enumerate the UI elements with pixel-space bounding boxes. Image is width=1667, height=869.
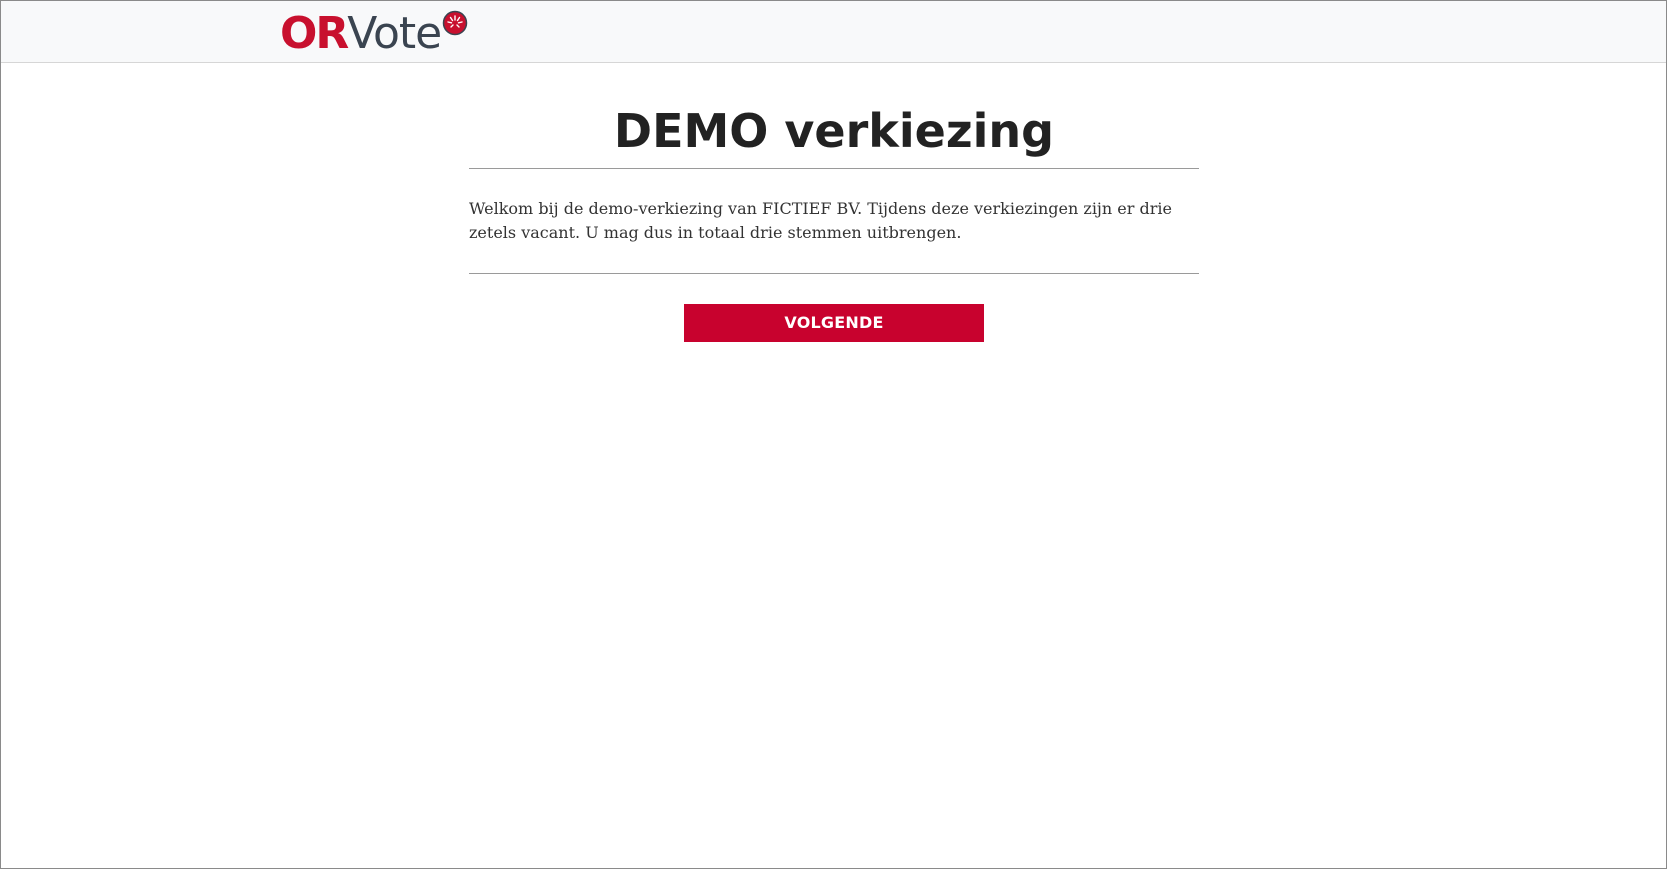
logo-or-text: OR (280, 8, 349, 59)
orvote-logo[interactable]: OR Vote (280, 11, 468, 57)
election-content: DEMO verkiezing Welkom bij de demo-verki… (469, 94, 1199, 342)
browser-viewport: OR Vote DEMO verkiezing Welkom bij de de… (0, 0, 1667, 869)
logo-vote-text: Vote (347, 8, 442, 59)
next-button[interactable]: VOLGENDE (684, 304, 984, 342)
red-circle-burst-icon (442, 10, 468, 36)
election-intro-text: Welkom bij de demo-verkiezing van FICTIE… (469, 199, 1172, 242)
page-title: DEMO verkiezing (613, 104, 1055, 158)
button-row: VOLGENDE (469, 274, 1199, 342)
top-navbar: OR Vote (1, 1, 1666, 63)
